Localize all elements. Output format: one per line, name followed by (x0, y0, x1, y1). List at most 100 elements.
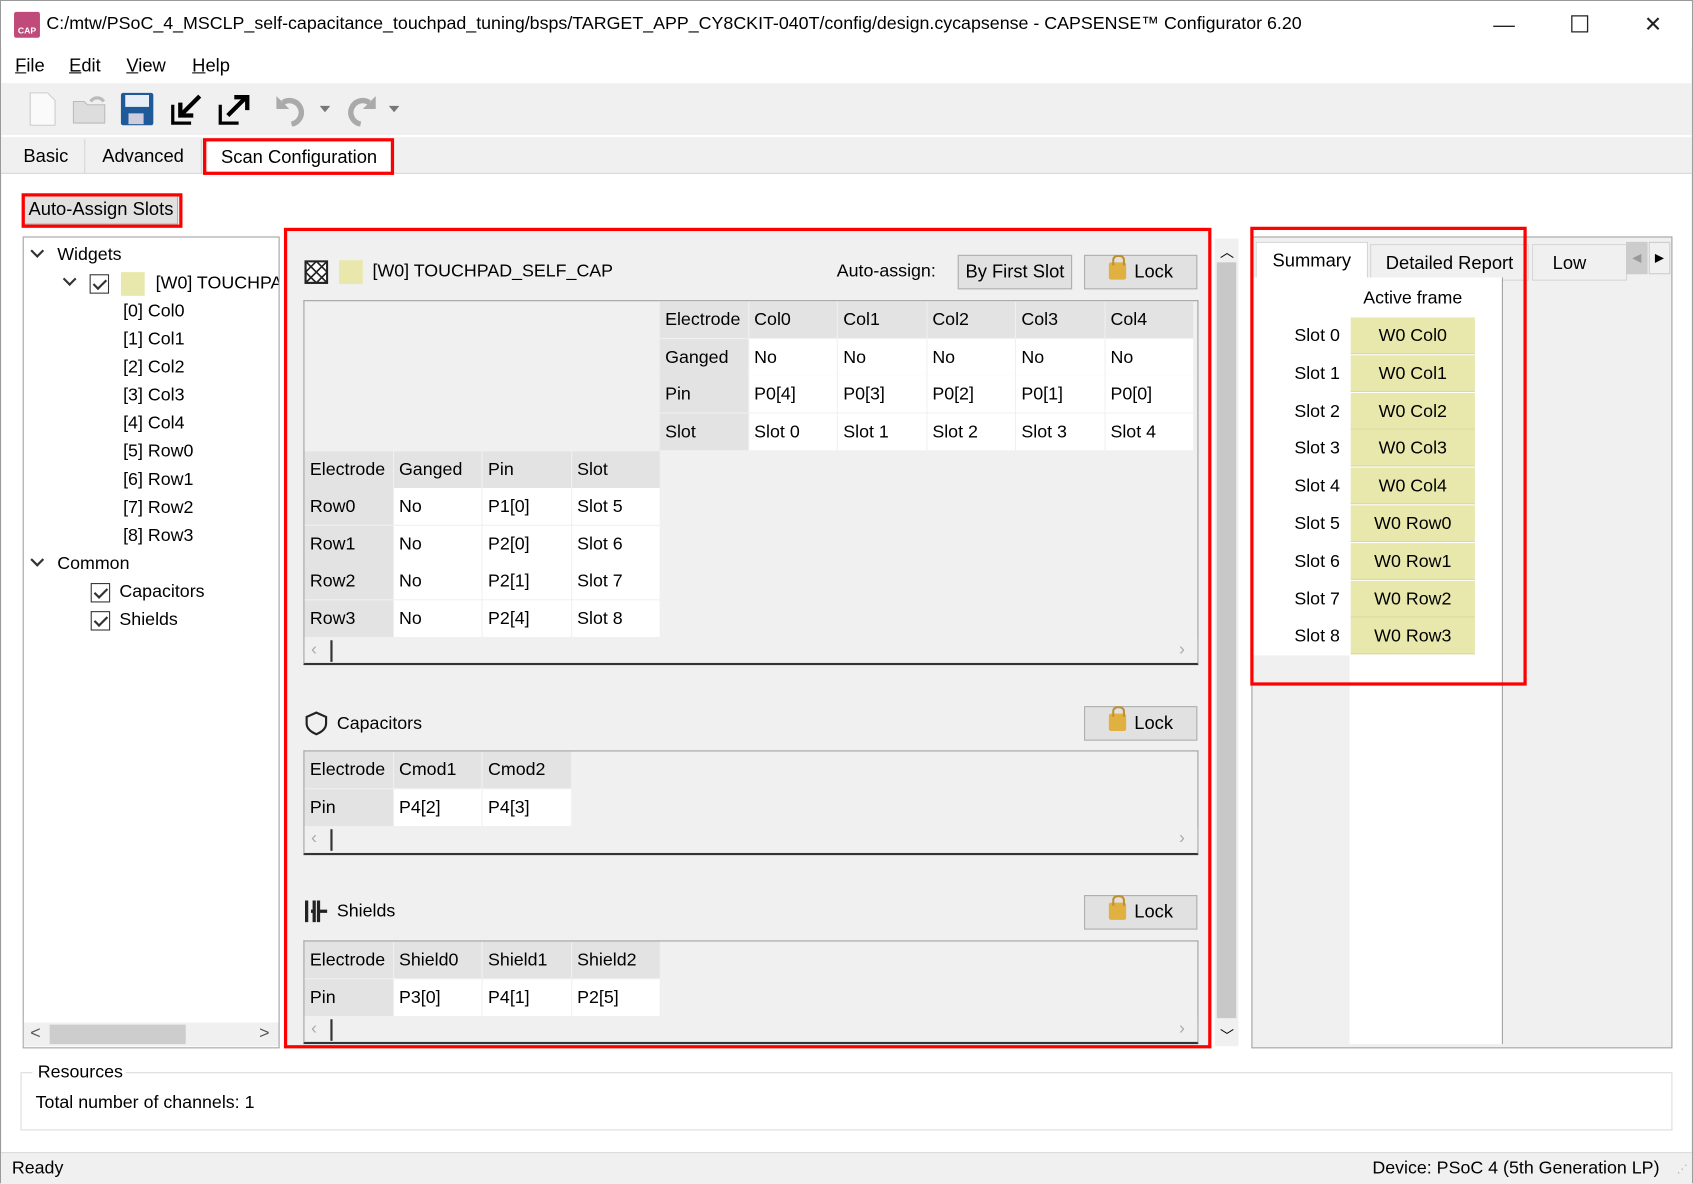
table-cell[interactable]: No (1015, 338, 1104, 376)
table-cell[interactable]: P2[1] (482, 562, 571, 600)
chevron-down-icon[interactable] (30, 244, 45, 258)
tree-item-electrode[interactable]: [8] Row3 (123, 523, 193, 549)
tree-item-electrode[interactable]: [4] Col4 (123, 410, 184, 436)
table-cell[interactable]: No (1105, 338, 1194, 376)
import-icon[interactable] (167, 90, 206, 129)
table-horizontal-scrollbar[interactable]: ‹ › (304, 638, 1198, 662)
table-cell[interactable]: P1[0] (482, 488, 571, 525)
table-cell[interactable]: P0[2] (926, 375, 1015, 413)
redo-dropdown-icon[interactable] (383, 90, 405, 129)
table-cell[interactable]: P4[2] (393, 788, 482, 826)
table-cell[interactable]: P0[0] (1105, 375, 1194, 413)
open-folder-icon[interactable] (70, 90, 109, 129)
tree-item-electrode[interactable]: [3] Col3 (123, 382, 184, 408)
table-cell[interactable]: Slot 3 (1015, 413, 1104, 451)
tab-summary[interactable]: Summary (1255, 241, 1368, 279)
scrollbar-thumb[interactable] (49, 1024, 186, 1045)
scrollbar-thumb[interactable] (330, 1019, 333, 1041)
tree-item-electrode[interactable]: [5] Row0 (123, 438, 193, 464)
scroll-left-icon[interactable]: < (30, 1024, 40, 1045)
table-horizontal-scrollbar[interactable]: ‹ › (304, 827, 1198, 851)
scroll-left-icon[interactable]: ‹ (311, 828, 317, 849)
tab-scan-configuration[interactable]: Scan Configuration (206, 139, 392, 175)
tree-item-capacitors[interactable]: Capacitors (90, 579, 205, 605)
table-cell[interactable]: P3[0] (393, 978, 482, 1016)
table-cell[interactable]: P0[1] (1015, 375, 1104, 413)
minimize-button[interactable]: — (1482, 10, 1525, 40)
scroll-left-icon[interactable]: ‹ (311, 1018, 317, 1039)
scroll-left-icon[interactable]: ‹ (311, 639, 317, 660)
redo-icon[interactable] (340, 90, 379, 129)
table-cell[interactable]: No (837, 338, 926, 376)
widget-checkbox[interactable] (89, 273, 110, 294)
tree-item-common[interactable]: Common (30, 551, 129, 577)
new-file-icon[interactable] (23, 90, 62, 129)
table-cell[interactable]: P2[0] (482, 525, 571, 563)
scrollbar-thumb[interactable] (330, 829, 333, 851)
tree-item-electrode[interactable]: [7] Row2 (123, 495, 193, 521)
table-cell[interactable]: P4[1] (482, 978, 571, 1016)
table-cell[interactable]: P0[3] (837, 375, 926, 413)
menu-file[interactable]: File (15, 55, 45, 77)
tab-low-power[interactable]: Low Pow (1532, 244, 1628, 281)
table-cell[interactable]: P0[4] (748, 375, 837, 413)
tab-scroll-left-icon[interactable]: ◀ (1626, 241, 1648, 275)
auto-assign-mode-button[interactable]: By First Slot (957, 254, 1073, 290)
resize-grip-icon[interactable]: ⋰ (1677, 1164, 1688, 1176)
table-cell[interactable]: No (393, 600, 482, 637)
tree-item-shields[interactable]: Shields (90, 607, 178, 633)
scroll-right-icon[interactable]: › (1179, 639, 1185, 660)
tree-item-electrode[interactable]: [2] Col2 (123, 354, 184, 380)
widget-lock-button[interactable]: Lock (1084, 254, 1198, 290)
tab-detailed-report[interactable]: Detailed Report (1370, 244, 1529, 281)
save-icon[interactable] (118, 90, 157, 129)
scrollbar-thumb[interactable] (330, 640, 333, 662)
table-cell[interactable]: P2[5] (571, 978, 660, 1016)
table-cell[interactable]: No (748, 338, 837, 376)
table-cell[interactable]: Slot 0 (748, 413, 837, 451)
scroll-up-icon[interactable]: ︿ (1220, 241, 1234, 262)
chevron-down-icon[interactable] (62, 272, 77, 286)
tree-item-electrode[interactable]: [0] Col0 (123, 298, 184, 324)
shields-checkbox[interactable] (90, 610, 111, 631)
chevron-down-icon[interactable] (30, 552, 45, 567)
tree-item-widgets[interactable]: Widgets (30, 242, 122, 268)
table-horizontal-scrollbar[interactable]: ‹ › (304, 1017, 1198, 1041)
table-cell[interactable]: No (393, 562, 482, 600)
table-cell[interactable]: Slot 5 (571, 488, 660, 525)
table-cell[interactable]: No (393, 488, 482, 525)
capacitors-lock-button[interactable]: Lock (1084, 706, 1198, 741)
table-cell[interactable]: Slot 4 (1105, 413, 1194, 451)
tree-horizontal-scrollbar[interactable]: < > (23, 1022, 279, 1047)
tree-item-electrode[interactable]: [1] Col1 (123, 326, 184, 352)
tab-scroll-right-icon[interactable]: ▶ (1648, 241, 1671, 275)
panel-vertical-scrollbar[interactable]: ︿ ﹀ (1214, 238, 1239, 1047)
tab-advanced[interactable]: Advanced (85, 139, 202, 174)
tab-basic[interactable]: Basic (8, 139, 86, 174)
scroll-right-icon[interactable]: › (1179, 1018, 1185, 1039)
table-cell[interactable]: Slot 1 (837, 413, 926, 451)
maximize-button[interactable]: ☐ (1558, 10, 1601, 40)
table-cell[interactable]: Slot 6 (571, 525, 660, 563)
capacitors-checkbox[interactable] (90, 582, 111, 603)
table-cell[interactable]: Slot 8 (571, 600, 660, 637)
scrollbar-thumb[interactable] (1216, 262, 1237, 1019)
table-cell[interactable]: Slot 2 (926, 413, 1015, 451)
shields-lock-button[interactable]: Lock (1084, 895, 1198, 930)
menu-help[interactable]: Help (192, 55, 230, 77)
menu-edit[interactable]: Edit (69, 55, 101, 77)
scroll-right-icon[interactable]: › (1179, 828, 1185, 849)
close-button[interactable]: ✕ (1631, 10, 1674, 40)
table-cell[interactable]: P4[3] (482, 788, 571, 826)
scroll-down-icon[interactable]: ﹀ (1220, 1025, 1234, 1046)
table-cell[interactable]: Slot 7 (571, 562, 660, 600)
table-cell[interactable]: P2[4] (482, 600, 571, 637)
auto-assign-slots-button[interactable]: Auto-Assign Slots (23, 194, 179, 225)
tree-item-widget[interactable]: [W0] TOUCHPAD_SELF_CAP (62, 270, 279, 296)
table-cell[interactable]: No (393, 525, 482, 563)
undo-dropdown-icon[interactable] (314, 90, 336, 129)
table-cell[interactable]: No (926, 338, 1015, 376)
undo-icon[interactable] (273, 90, 312, 129)
scroll-right-icon[interactable]: > (259, 1024, 269, 1045)
tree-item-electrode[interactable]: [6] Row1 (123, 466, 193, 492)
